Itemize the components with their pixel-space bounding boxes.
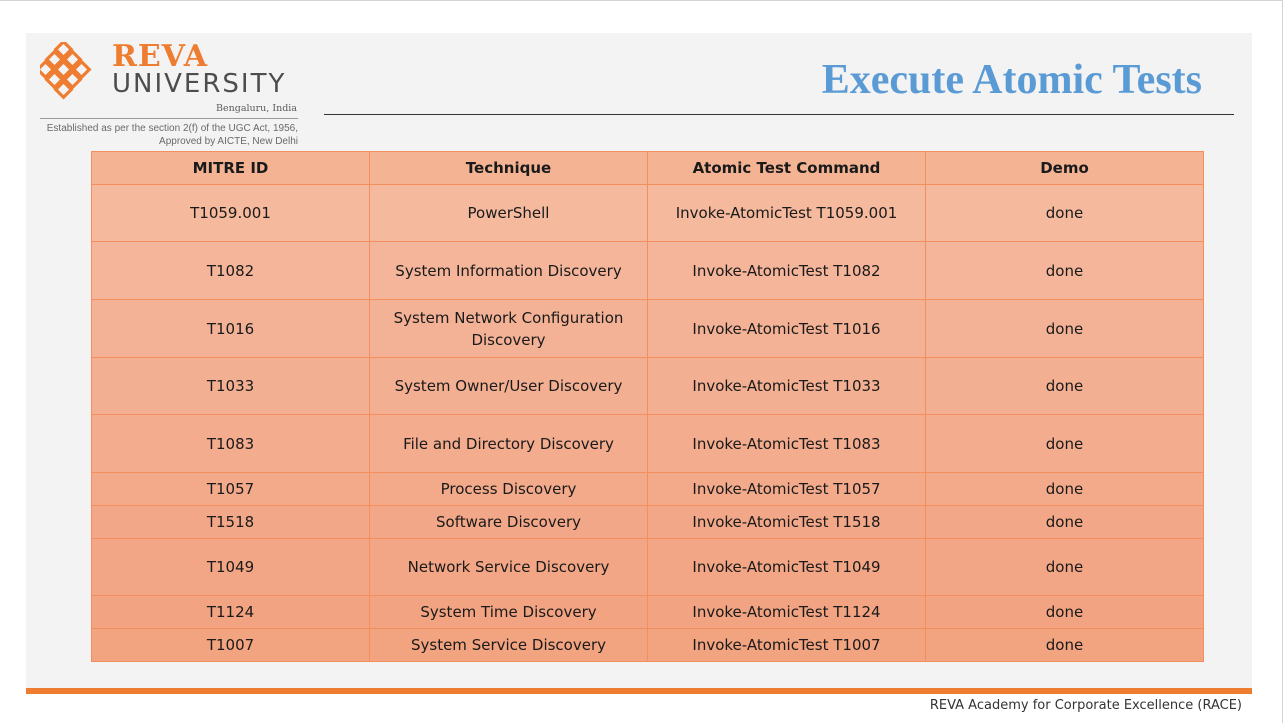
cell-demo: done <box>925 595 1204 629</box>
cell-technique: System Network Configuration Discovery <box>369 299 648 358</box>
reva-knot-logo-icon <box>40 42 92 100</box>
cell-demo: done <box>925 538 1204 596</box>
accreditation-line-2: Approved by AICTE, New Delhi <box>159 136 298 147</box>
cell-mitre-id: T1083 <box>91 414 370 473</box>
cell-demo: done <box>925 472 1204 506</box>
cell-command: Invoke-AtomicTest T1057 <box>647 472 926 506</box>
cell-mitre-id: T1057 <box>91 472 370 506</box>
cell-command: Invoke-AtomicTest T1124 <box>647 595 926 629</box>
footer-caption: REVA Academy for Corporate Excellence (R… <box>929 698 1242 713</box>
table-row: T1083 File and Directory Discovery Invok… <box>91 414 1204 473</box>
logo-location: Bengaluru, India <box>216 103 297 114</box>
cell-mitre-id: T1049 <box>91 538 370 596</box>
cell-demo: done <box>925 505 1204 539</box>
cell-demo: done <box>925 357 1204 415</box>
cell-mitre-id: T1033 <box>91 357 370 415</box>
cell-demo: done <box>925 628 1204 662</box>
cell-mitre-id: T1016 <box>91 299 370 358</box>
cell-command: Invoke-AtomicTest T1059.001 <box>647 184 926 242</box>
logo-divider <box>40 118 298 119</box>
column-header-mitre-id: MITRE ID <box>91 151 370 185</box>
university-logo: REVA UNIVERSITY Bengaluru, India Establi… <box>40 40 305 150</box>
cell-mitre-id: T1124 <box>91 595 370 629</box>
cell-technique: Network Service Discovery <box>369 538 648 596</box>
cell-technique: System Time Discovery <box>369 595 648 629</box>
cell-command: Invoke-AtomicTest T1518 <box>647 505 926 539</box>
cell-command: Invoke-AtomicTest T1082 <box>647 241 926 300</box>
logo-subtitle: UNIVERSITY <box>112 69 287 99</box>
cell-demo: done <box>925 241 1204 300</box>
cell-technique: System Information Discovery <box>369 241 648 300</box>
cell-command: Invoke-AtomicTest T1007 <box>647 628 926 662</box>
cell-technique: Process Discovery <box>369 472 648 506</box>
table-row: T1082 System Information Discovery Invok… <box>91 241 1204 300</box>
cell-command: Invoke-AtomicTest T1033 <box>647 357 926 415</box>
cell-demo: done <box>925 184 1204 242</box>
footer-accent-bar <box>26 688 1252 694</box>
cell-technique: System Service Discovery <box>369 628 648 662</box>
column-header-technique: Technique <box>369 151 648 185</box>
cell-mitre-id: T1059.001 <box>91 184 370 242</box>
cell-command: Invoke-AtomicTest T1049 <box>647 538 926 596</box>
cell-command: Invoke-AtomicTest T1016 <box>647 299 926 358</box>
cell-technique: File and Directory Discovery <box>369 414 648 473</box>
table-row: T1016 System Network Configuration Disco… <box>91 299 1204 358</box>
table-row: T1059.001 PowerShell Invoke-AtomicTest T… <box>91 184 1204 242</box>
table-row: T1518 Software Discovery Invoke-AtomicTe… <box>91 505 1204 539</box>
table-row: T1049 Network Service Discovery Invoke-A… <box>91 538 1204 596</box>
cell-technique: Software Discovery <box>369 505 648 539</box>
table-header-row: MITRE ID Technique Atomic Test Command D… <box>91 151 1204 185</box>
column-header-demo: Demo <box>925 151 1204 185</box>
slide-title: Execute Atomic Tests <box>821 57 1202 103</box>
logo-accreditation: Established as per the section 2(f) of t… <box>40 122 298 148</box>
cell-mitre-id: T1518 <box>91 505 370 539</box>
atomic-tests-table: MITRE ID Technique Atomic Test Command D… <box>91 151 1204 662</box>
cell-demo: done <box>925 299 1204 358</box>
table-row: T1033 System Owner/User Discovery Invoke… <box>91 357 1204 415</box>
cell-demo: done <box>925 414 1204 473</box>
title-underline <box>324 114 1234 115</box>
table-row: T1124 System Time Discovery Invoke-Atomi… <box>91 595 1204 629</box>
cell-mitre-id: T1007 <box>91 628 370 662</box>
table-row: T1007 System Service Discovery Invoke-At… <box>91 628 1204 662</box>
column-header-command: Atomic Test Command <box>647 151 926 185</box>
cell-technique: System Owner/User Discovery <box>369 357 648 415</box>
cell-mitre-id: T1082 <box>91 241 370 300</box>
accreditation-line-1: Established as per the section 2(f) of t… <box>46 123 298 134</box>
cell-command: Invoke-AtomicTest T1083 <box>647 414 926 473</box>
cell-technique: PowerShell <box>369 184 648 242</box>
table-row: T1057 Process Discovery Invoke-AtomicTes… <box>91 472 1204 506</box>
